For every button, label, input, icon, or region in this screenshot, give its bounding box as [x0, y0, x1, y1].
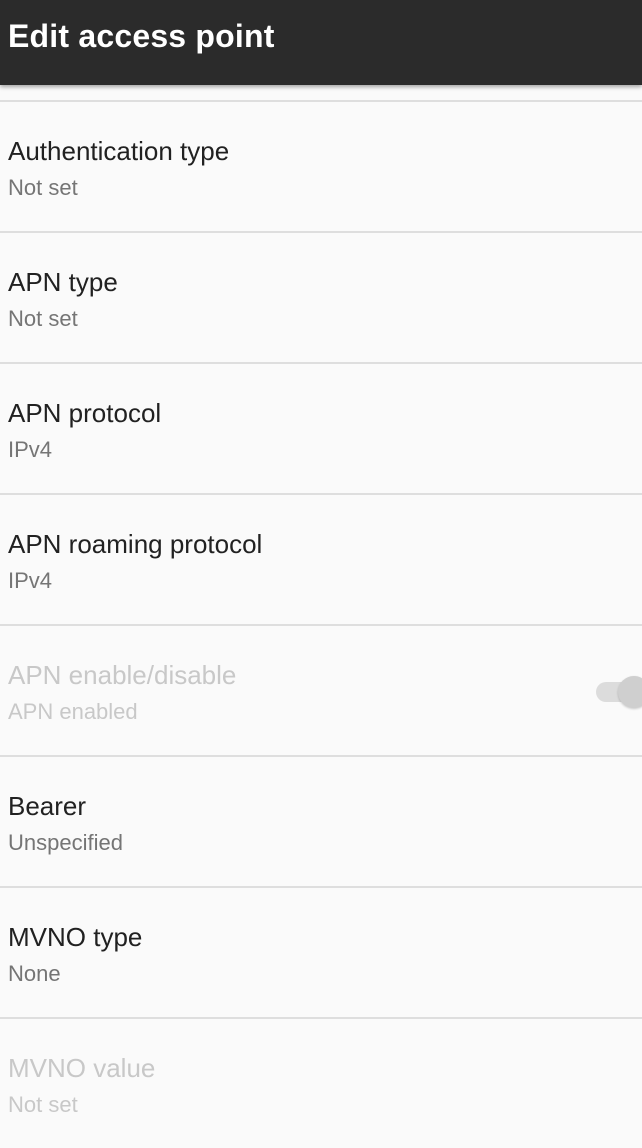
preference-list: Authentication type Not set APN type Not… [0, 102, 642, 1148]
pref-apn-protocol[interactable]: APN protocol IPv4 [0, 364, 642, 495]
app-bar: Edit access point [0, 0, 642, 85]
pref-title: Bearer [8, 791, 87, 821]
pref-mvno-value: MVNO value Not set [0, 1019, 642, 1148]
pref-title: MVNO value [8, 1053, 156, 1083]
pref-title: MVNO type [8, 922, 143, 952]
apn-enable-toggle [596, 676, 642, 708]
pref-title: APN protocol [8, 398, 162, 428]
toggle-thumb [618, 676, 642, 708]
pref-summary: Not set [8, 306, 78, 331]
pref-summary: Unspecified [8, 830, 123, 855]
page-title: Edit access point [8, 18, 275, 54]
pref-title: APN type [8, 267, 118, 297]
pref-apn-enable-disable: APN enable/disable APN enabled [0, 626, 642, 757]
pref-summary: None [8, 961, 61, 986]
pref-title: Authentication type [8, 136, 230, 166]
pref-summary: IPv4 [8, 568, 53, 593]
pref-summary: Not set [8, 1092, 78, 1117]
pref-summary: APN enabled [8, 699, 138, 724]
pref-title: APN enable/disable [8, 660, 237, 690]
pref-title: APN roaming protocol [8, 529, 263, 559]
pref-apn-roaming-protocol[interactable]: APN roaming protocol IPv4 [0, 495, 642, 626]
pref-summary: Not set [8, 175, 78, 200]
pref-mvno-type[interactable]: MVNO type None [0, 888, 642, 1019]
pref-authentication-type[interactable]: Authentication type Not set [0, 102, 642, 233]
pref-bearer[interactable]: Bearer Unspecified [0, 757, 642, 888]
pref-summary: IPv4 [8, 437, 53, 462]
pref-apn-type[interactable]: APN type Not set [0, 233, 642, 364]
